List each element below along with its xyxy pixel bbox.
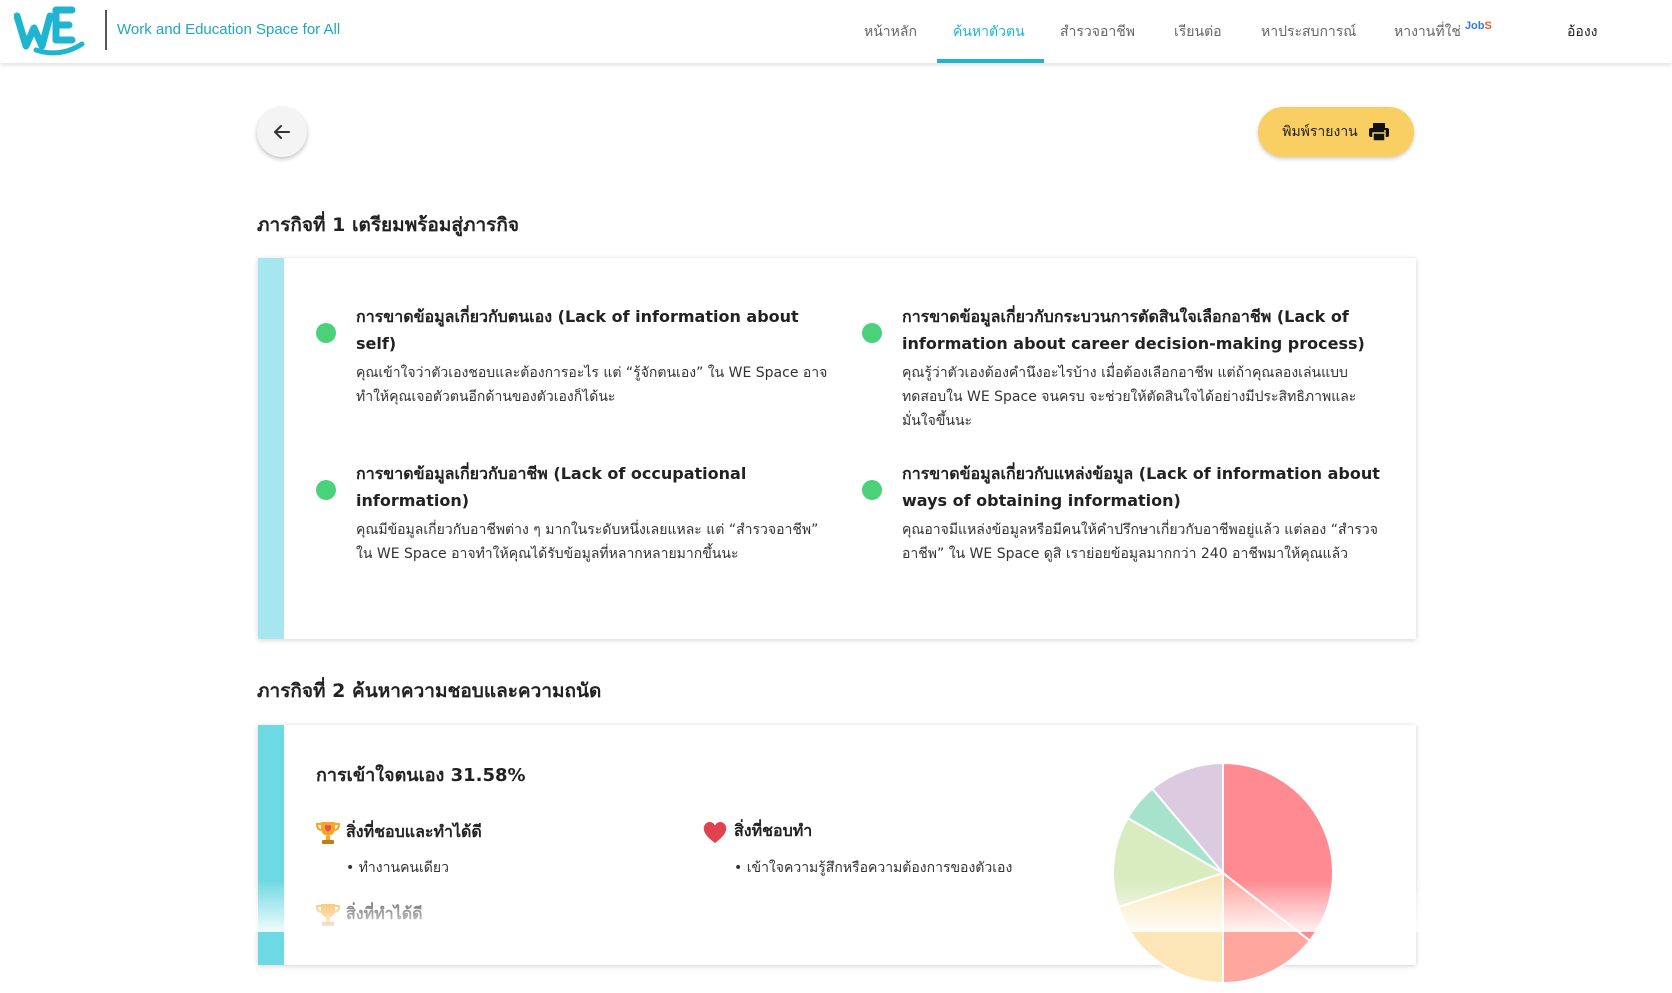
category-like-and-good-list: • ทำงานคนเดียว	[346, 860, 449, 876]
item-desc: คุณเข้าใจว่าตัวเองชอบและต้องการอะไร แต่ …	[356, 365, 828, 405]
self-understanding-pie-chart	[1112, 761, 1334, 985]
top-navbar: Work and Education Space for All หน้าหลั…	[0, 0, 1672, 63]
print-report-label: พิมพ์รายงาน	[1282, 124, 1358, 140]
mission2-title: ภารกิจที่ 2 ค้นหาความชอบและความถนัด	[257, 680, 602, 702]
mission1-stripe	[258, 258, 284, 639]
category-like-label: สิ่งที่ชอบทำ	[734, 821, 813, 840]
category-good-label: สิ่งที่ทำได้ดี	[346, 903, 423, 923]
nav-find-job[interactable]: หางานที่ใช่ JobS	[1394, 0, 1492, 63]
mission1-title: ภารกิจที่ 1 เตรียมพร้อมสู่ภารกิจ	[257, 214, 520, 236]
item-title: การขาดข้อมูลเกี่ยวกับแหล่งข้อมูล (Lack o…	[902, 464, 1380, 510]
status-dot	[316, 323, 336, 343]
self-understanding-score: การเข้าใจตนเอง 31.58%	[316, 765, 526, 786]
nav-home[interactable]: หน้าหลัก	[864, 0, 917, 63]
item-desc: คุณอาจมีแหล่งข้อมูลหรือมีคนให้คำปรึกษาเก…	[902, 522, 1378, 562]
mission2-card: การเข้าใจตนเอง 31.58% สิ่งที่ชอบและทำได้…	[258, 725, 1416, 985]
nav-find-experience[interactable]: หาประสบการณ์	[1261, 0, 1356, 63]
printer-icon	[1368, 123, 1389, 142]
arrow-left-icon	[274, 125, 290, 139]
nav-further-study[interactable]: เรียนต่อ	[1174, 0, 1222, 63]
we-logo-icon[interactable]	[14, 6, 86, 56]
logo-divider	[105, 10, 107, 50]
site-tagline: Work and Education Space for All	[117, 21, 341, 38]
item-desc: คุณมีข้อมูลเกี่ยวกับอาชีพต่าง ๆ มากในระด…	[356, 522, 819, 562]
heart-icon	[703, 821, 727, 843]
category-like-and-good-label: สิ่งที่ชอบและทำได้ดี	[346, 821, 482, 841]
mission1-item-self: การขาดข้อมูลเกี่ยวกับตนเอง (Lack of info…	[356, 303, 836, 409]
nav-find-job-label: หางานที่ใช่	[1394, 22, 1461, 39]
category-like-and-good: สิ่งที่ชอบและทำได้ดี	[316, 819, 482, 845]
category-good: สิ่งที่ทำได้ดี	[316, 901, 422, 927]
back-button[interactable]	[257, 107, 307, 157]
active-tab-indicator	[937, 59, 1044, 63]
user-menu[interactable]: อ้องง	[1567, 0, 1598, 63]
mission1-item-occupation: การขาดข้อมูลเกี่ยวกับอาชีพ (Lack of occu…	[356, 460, 836, 566]
jobs-badge-job: Job	[1464, 19, 1485, 32]
nav-explore-careers[interactable]: สำรวจอาชีพ	[1060, 0, 1135, 63]
mission2-stripe	[258, 725, 284, 965]
item-desc: คุณรู้ว่าตัวเองต้องคำนึงอะไรบ้าง เมื่อต้…	[902, 365, 1357, 429]
item-title: การขาดข้อมูลเกี่ยวกับกระบวนการตัดสินใจเล…	[902, 307, 1365, 353]
trophy-icon	[316, 904, 340, 926]
jobs-badge-s: S	[1484, 19, 1492, 32]
mission1-item-decision: การขาดข้อมูลเกี่ยวกับกระบวนการตัดสินใจเล…	[902, 303, 1382, 433]
status-dot	[316, 480, 336, 500]
item-title: การขาดข้อมูลเกี่ยวกับตนเอง (Lack of info…	[356, 307, 799, 353]
nav-find-self[interactable]: ค้นหาตัวตน	[953, 0, 1025, 63]
status-dot	[862, 480, 882, 500]
print-report-button[interactable]: พิมพ์รายงาน	[1258, 107, 1414, 157]
status-dot	[862, 323, 882, 343]
mission1-item-sources: การขาดข้อมูลเกี่ยวกับแหล่งข้อมูล (Lack o…	[902, 460, 1382, 566]
item-title: การขาดข้อมูลเกี่ยวกับอาชีพ (Lack of occu…	[356, 464, 747, 510]
trophy-heart-icon	[316, 822, 340, 844]
category-like: สิ่งที่ชอบทำ	[702, 819, 812, 844]
category-like-list: • เข้าใจความรู้สึกหรือความต้องการของตัวเ…	[734, 860, 1013, 876]
mission1-card: การขาดข้อมูลเกี่ยวกับตนเอง (Lack of info…	[258, 258, 1416, 639]
jobs-badge: JobS	[1465, 20, 1492, 32]
